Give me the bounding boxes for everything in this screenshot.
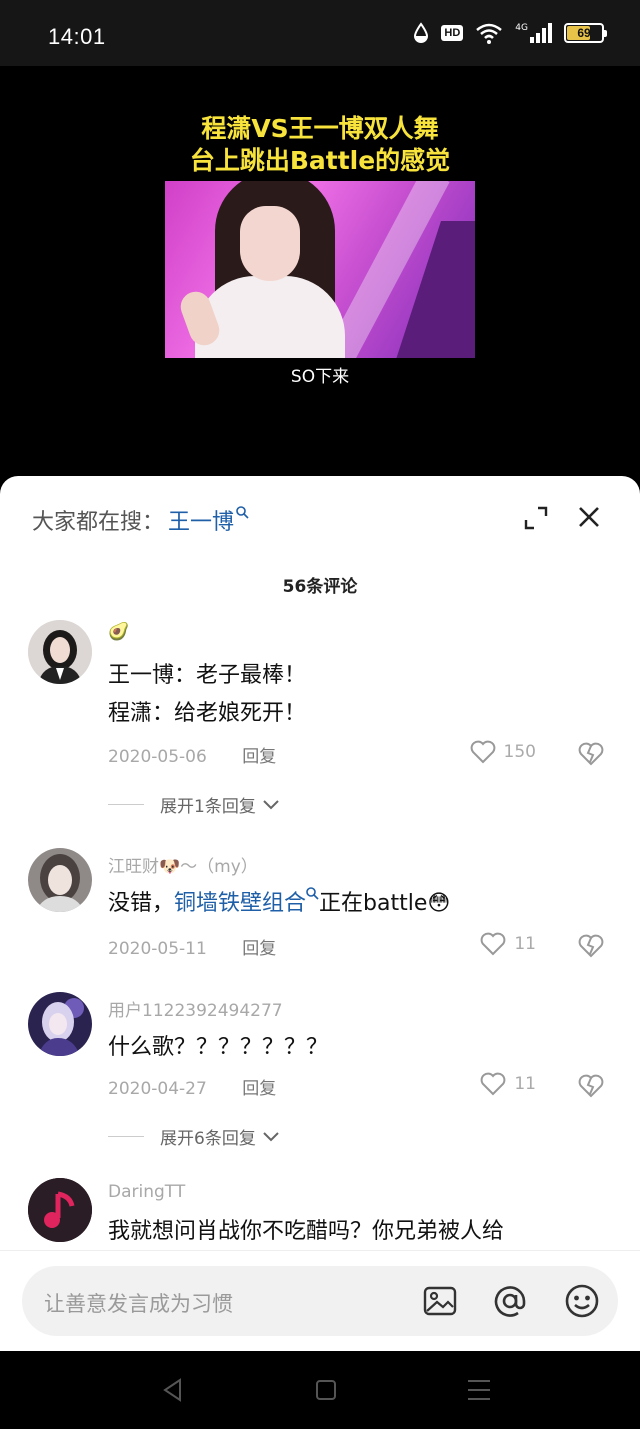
trending-search[interactable]: 大家都在搜： 王一博	[32, 504, 249, 536]
chevron-down-icon	[263, 1131, 279, 1141]
like-count: 150	[503, 742, 536, 762]
heart-icon	[480, 932, 506, 956]
flushed-emoji: 😳	[427, 891, 451, 916]
comment-count: 56条评论	[282, 577, 358, 597]
hd-badge: HD	[441, 25, 464, 41]
comments-sheet: 大家都在搜： 王一博 56条评论 🥑 王一博：老子最棒！ 程潇：给老娘死开！ 2…	[0, 476, 640, 1351]
video-player[interactable]: 程潇VS王一博双人舞 台上跳出Battle的感觉 SO下来	[0, 66, 640, 486]
comment-date: 2020-05-11	[108, 939, 207, 959]
trending-search-keyword[interactable]: 王一博	[168, 504, 234, 536]
avatar[interactable]	[28, 992, 92, 1056]
back-icon[interactable]	[160, 1377, 186, 1403]
search-icon	[236, 505, 249, 523]
like-button[interactable]: 11	[480, 1072, 536, 1096]
avatar[interactable]	[28, 620, 92, 684]
chevron-down-icon	[263, 799, 279, 809]
comment-username[interactable]: 用户1122392494277	[108, 996, 283, 1021]
broken-heart-icon[interactable]	[578, 742, 604, 766]
broken-heart-icon[interactable]	[578, 1074, 604, 1098]
avatar[interactable]	[28, 848, 92, 912]
comment-username[interactable]: DaringTT	[108, 1182, 185, 1202]
menu-icon[interactable]	[466, 1377, 492, 1403]
comment-input[interactable]: 让善意发言成为习惯	[22, 1266, 618, 1336]
video-frame-image	[165, 181, 475, 358]
video-title-line1: 程潇VS王一博双人舞	[201, 114, 439, 143]
signal-icon	[530, 23, 552, 43]
reply-button[interactable]: 回复	[242, 939, 276, 959]
status-icons: HD 4G 69	[413, 22, 607, 44]
status-bar: 14:01 HD 4G 69	[0, 0, 640, 66]
like-count: 11	[514, 934, 536, 954]
battery-level: 69	[577, 26, 591, 40]
video-subtitle: SO下来	[290, 367, 350, 387]
status-time: 14:01	[48, 24, 106, 49]
like-count: 11	[514, 1074, 536, 1094]
avatar[interactable]	[28, 1178, 92, 1242]
like-button[interactable]: 150	[470, 740, 536, 764]
emoji-icon[interactable]	[564, 1283, 600, 1319]
image-icon[interactable]	[422, 1283, 458, 1319]
home-icon[interactable]	[313, 1377, 339, 1403]
expand-icon[interactable]	[524, 506, 548, 530]
comment-text: 王一博：老子最棒！ 程潇：给老娘死开！	[108, 663, 307, 726]
comment-date: 2020-05-06	[108, 747, 207, 767]
video-title-line2: 台上跳出Battle的感觉	[189, 146, 451, 175]
expand-replies-button[interactable]: 展开6条回复	[108, 1124, 280, 1149]
topic-link[interactable]: 铜墙铁壁组合	[174, 891, 306, 916]
network-type: 4G	[515, 23, 552, 43]
at-mention-icon[interactable]	[492, 1283, 528, 1319]
reply-button[interactable]: 回复	[242, 747, 276, 767]
heart-icon	[470, 740, 495, 764]
reply-button[interactable]: 回复	[242, 1079, 276, 1099]
navigation-bar	[0, 1351, 640, 1429]
search-icon	[306, 887, 319, 900]
comment-input-placeholder: 让善意发言成为习惯	[44, 1292, 233, 1316]
broken-heart-icon[interactable]	[578, 934, 604, 958]
comment-text: 我就想问肖战你不吃醋吗？你兄弟被人给	[108, 1219, 505, 1244]
input-divider	[0, 1250, 640, 1251]
trending-search-prefix: 大家都在搜：	[32, 510, 165, 535]
heart-icon	[480, 1072, 506, 1096]
comment-text: 没错，铜墙铁壁组合 正在battle😳	[108, 885, 608, 923]
comment-date: 2020-04-27	[108, 1079, 207, 1099]
video-title: 程潇VS王一博双人舞 台上跳出Battle的感觉	[0, 113, 640, 177]
comment-text: 什么歌？？？？？？？	[108, 1035, 329, 1060]
wifi-icon	[476, 23, 503, 44]
comment-username[interactable]: 🥑	[108, 622, 129, 642]
battery-icon: 69	[564, 23, 607, 43]
expand-replies-button[interactable]: 展开1条回复	[108, 792, 280, 817]
close-icon[interactable]	[576, 504, 602, 530]
data-saver-icon	[414, 22, 429, 43]
comment-username[interactable]: 江旺财🐶～（my）	[108, 852, 258, 877]
like-button[interactable]: 11	[480, 932, 536, 956]
